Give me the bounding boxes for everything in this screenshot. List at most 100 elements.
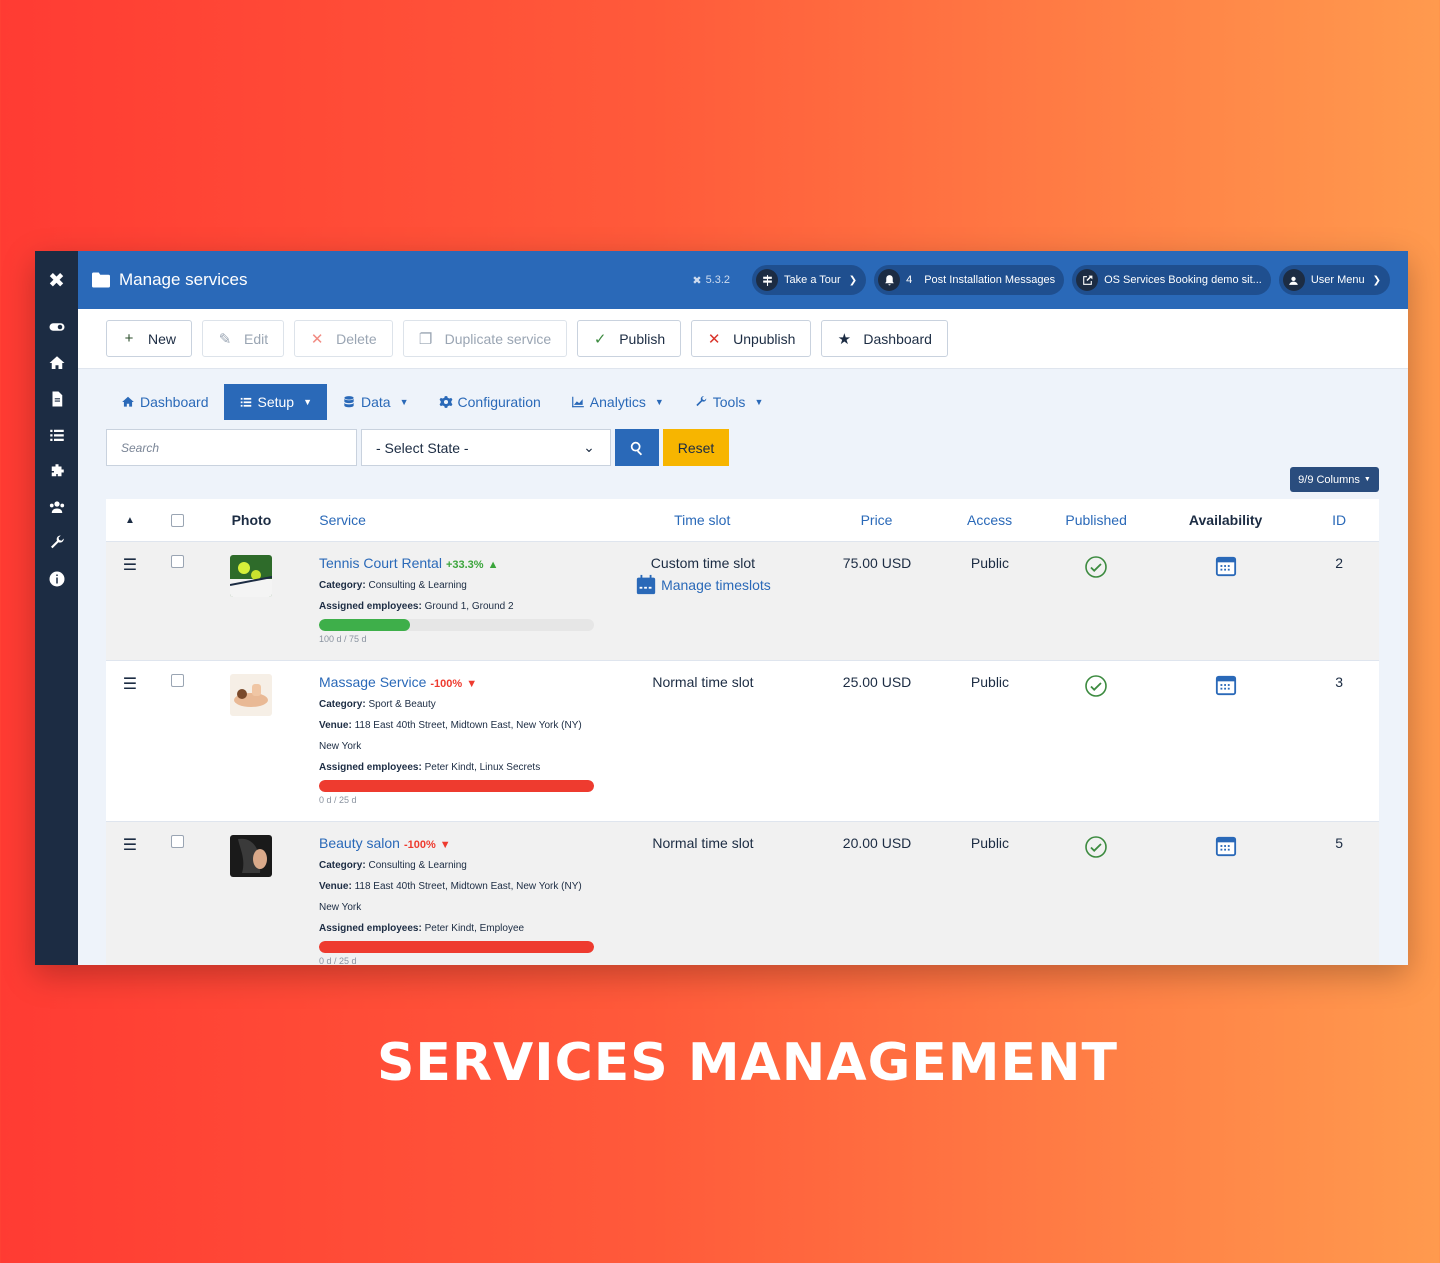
service-name-link[interactable]: Beauty salon xyxy=(319,835,400,851)
venue-line: Venue: 118 East 40th Street, Midtown Eas… xyxy=(319,719,591,732)
plus-icon: + xyxy=(124,330,134,347)
user-icon xyxy=(1282,269,1305,291)
nav-setup-label: Setup xyxy=(257,394,295,410)
category-line: Category: Consulting & Learning xyxy=(319,579,591,592)
header-published[interactable]: Published xyxy=(1040,512,1152,528)
trend-percent: -100% xyxy=(430,678,463,690)
venue-label: Venue: xyxy=(319,720,352,731)
header-time-slot[interactable]: Time slot xyxy=(590,512,814,528)
employees-value: Peter Kindt, Linux Secrets xyxy=(424,762,541,773)
state-select-value: - Select State - xyxy=(376,439,469,456)
nav-tools[interactable]: Tools ▼ xyxy=(679,384,779,420)
nav-setup[interactable]: Setup ▼ xyxy=(223,384,328,420)
row-checkbox[interactable] xyxy=(171,555,185,568)
employees-value: Ground 1, Ground 2 xyxy=(424,601,514,612)
drag-handle-icon[interactable]: ☰ xyxy=(106,542,154,575)
state-select[interactable]: - Select State - ⌄ xyxy=(361,429,611,466)
chevron-down-icon: ❯ xyxy=(848,274,858,286)
select-all-checkbox[interactable] xyxy=(171,513,185,527)
caret-down-icon: ▼ xyxy=(654,397,664,407)
nav-configuration[interactable]: Configuration xyxy=(424,384,556,420)
take-tour-button[interactable]: Take a Tour ❯ xyxy=(752,265,867,295)
header-id[interactable]: ID xyxy=(1299,512,1379,528)
banner-title: SERVICES MANAGEMENT xyxy=(376,1033,1119,1093)
manage-timeslots-label: Manage timeslots xyxy=(661,577,771,593)
columns-toggle-button[interactable]: 9/9 Columns ▼ xyxy=(1290,467,1379,492)
employees-label: Assigned employees: xyxy=(319,762,422,773)
new-button[interactable]: + New xyxy=(106,320,193,357)
drag-handle-icon[interactable]: ☰ xyxy=(106,661,154,694)
progress-fill xyxy=(319,619,410,631)
venue-line: Venue: 118 East 40th Street, Midtown Eas… xyxy=(319,880,591,893)
sidebar: ✖ xyxy=(35,251,78,965)
search-button[interactable] xyxy=(615,429,659,466)
delete-label: Delete xyxy=(336,330,377,347)
action-toolbar: + New ✎ Edit ✕ Delete ❐ Duplicate service ✓ P… xyxy=(78,309,1408,369)
category-value: Consulting & Learning xyxy=(368,580,467,591)
components-icon[interactable] xyxy=(35,453,78,489)
toggle-menu-icon[interactable] xyxy=(35,309,78,345)
post-install-messages-button[interactable]: 4 Post Installation Messages xyxy=(874,265,1065,295)
availability-button[interactable] xyxy=(1152,822,1299,860)
id-value: 5 xyxy=(1335,835,1344,851)
bell-icon xyxy=(878,269,901,291)
nav-dashboard[interactable]: Dashboard xyxy=(106,384,224,420)
unpublish-button[interactable]: ✕ Unpublish xyxy=(691,320,812,357)
availability-button[interactable] xyxy=(1152,542,1299,580)
nav-data[interactable]: Data ▼ xyxy=(327,384,424,420)
header-price[interactable]: Price xyxy=(814,512,939,528)
search-input[interactable]: Search xyxy=(106,429,357,466)
sort-order-header[interactable]: ▲ xyxy=(106,515,154,526)
availability-button[interactable] xyxy=(1152,661,1299,699)
drag-handle-icon[interactable]: ☰ xyxy=(106,822,154,855)
delete-button[interactable]: ✕ Delete xyxy=(294,320,393,357)
columns-label: 9/9 Columns xyxy=(1298,473,1360,486)
filter-bar: Search - Select State - ⌄ Reset xyxy=(106,429,729,466)
header-access[interactable]: Access xyxy=(939,512,1041,528)
manage-timeslots-link[interactable]: Manage timeslots xyxy=(591,574,815,596)
publish-button[interactable]: ✓ Publish xyxy=(577,320,682,357)
header-bar: Manage services ✖ 5.3.2 Take a Tour ❯ 4 … xyxy=(78,251,1408,309)
service-name-link[interactable]: Tennis Court Rental xyxy=(319,555,442,571)
dashboard-button[interactable]: ★ Dashboard xyxy=(821,320,948,357)
nav-analytics[interactable]: Analytics ▼ xyxy=(556,384,679,420)
menus-icon[interactable] xyxy=(35,417,78,453)
calendar-icon xyxy=(636,574,656,595)
system-wrench-icon[interactable] xyxy=(35,525,78,561)
published-check-icon xyxy=(1085,675,1108,697)
content-icon[interactable] xyxy=(35,381,78,417)
duplicate-label: Duplicate service xyxy=(444,330,552,347)
reset-button[interactable]: Reset xyxy=(663,429,729,466)
database-icon xyxy=(344,396,354,408)
row-checkbox-cell xyxy=(154,661,202,687)
admin-window: ✖ Manage services ✖ 5.3.2 Take a Tour ❯ … xyxy=(35,251,1408,965)
row-checkbox[interactable] xyxy=(171,835,185,848)
edit-label: Edit xyxy=(244,330,269,347)
external-link-icon xyxy=(1076,269,1099,291)
home-icon[interactable] xyxy=(35,345,78,381)
duplicate-button[interactable]: ❐ Duplicate service xyxy=(402,320,568,357)
venue-label: Venue: xyxy=(319,881,352,892)
tennis-thumbnail xyxy=(230,555,273,597)
edit-button[interactable]: ✎ Edit xyxy=(202,320,285,357)
trend-percent: -100% xyxy=(403,839,436,851)
header-service[interactable]: Service xyxy=(301,512,590,528)
service-name-link[interactable]: Massage Service xyxy=(319,674,426,690)
time-slot-cell: Custom time slot Manage timeslots xyxy=(591,542,815,596)
nav-tools-label: Tools xyxy=(712,394,746,410)
info-icon[interactable] xyxy=(35,561,78,597)
list-icon xyxy=(240,397,251,407)
access-value: Public xyxy=(970,674,1010,690)
published-toggle[interactable] xyxy=(1041,542,1152,582)
joomla-logo-icon[interactable]: ✖ xyxy=(35,251,78,309)
row-checkbox[interactable] xyxy=(171,674,185,687)
published-toggle[interactable] xyxy=(1041,661,1152,701)
progress-label: 0 d / 25 d xyxy=(319,795,357,805)
close-icon: ✕ xyxy=(707,330,721,348)
view-site-button[interactable]: OS Services Booking demo sit... xyxy=(1072,265,1271,295)
employees-label: Assigned employees: xyxy=(319,601,422,612)
user-menu-button[interactable]: User Menu ❯ xyxy=(1278,265,1390,295)
users-icon[interactable] xyxy=(35,489,78,525)
published-toggle[interactable] xyxy=(1041,822,1152,862)
caret-down-icon: ▼ xyxy=(303,397,313,407)
